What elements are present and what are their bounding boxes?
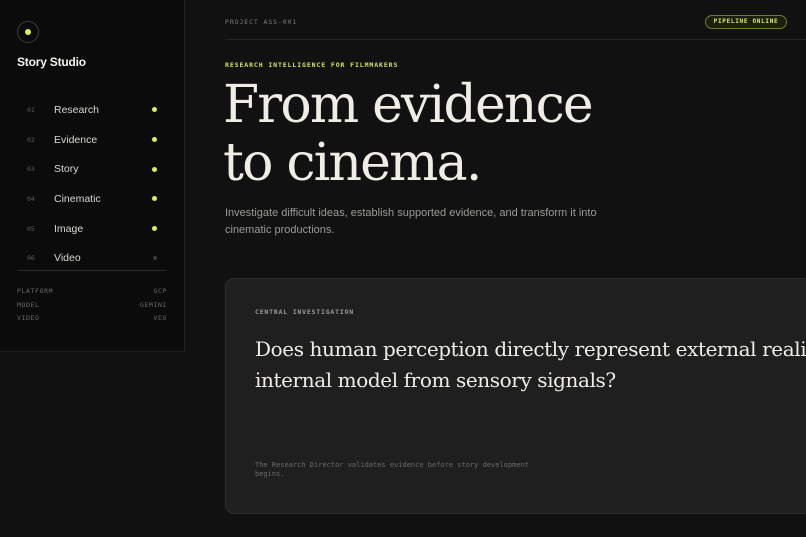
nav-step-number: 01 [27,105,35,114]
sidebar-item-label: Research [54,103,99,116]
meta-row-model: MODEL GEMINI [17,301,167,315]
nav-step-number: 02 [27,135,35,144]
meta-key: PLATFORM [17,287,54,295]
sidebar-item-story[interactable]: 03 Story [17,154,167,184]
meta-value: GCP [153,287,167,295]
nav-step-number: 06 [27,254,35,263]
nav-step-number: 05 [27,224,35,233]
status-dot-icon [153,256,157,261]
sidebar-divider [17,270,167,271]
sidebar-item-label: Video [54,252,81,265]
sidebar-item-video[interactable]: 06 Video [17,243,167,273]
central-investigation-card: CENTRAL INVESTIGATION Does human percept… [225,278,806,514]
project-id: PROJECT ASS-001 [225,18,298,26]
sidebar-item-image[interactable]: 05 Image [17,214,167,244]
status-dot-icon [152,137,157,143]
brand-logo-icon [17,21,39,43]
sidebar-item-research[interactable]: 01 Research [17,95,167,125]
sidebar-item-label: Cinematic [54,192,101,205]
platform-meta: PLATFORM GCP MODEL GEMINI VIDEO VEO [17,287,167,328]
status-dot-icon [152,107,157,113]
hero-title: From evidence to cinema. [223,75,594,193]
meta-value: GEMINI [139,300,167,309]
status-dot-icon [152,166,157,172]
nav-step-number: 03 [27,165,35,174]
meta-key: VIDEO [17,314,40,322]
sidebar-item-evidence[interactable]: 02 Evidence [17,125,167,155]
hero-title-line-1: From evidence [223,75,594,135]
brand-name: Story Studio [17,55,86,69]
meta-row-platform: PLATFORM GCP [17,287,167,301]
pipeline-status-badge: PIPELINE ONLINE [705,15,787,29]
sidebar-item-label: Evidence [54,133,98,146]
status-dot-icon [152,196,157,202]
question-line-2: internal model from sensory signals? [255,368,616,392]
header-divider [225,39,806,40]
hero-eyebrow: RESEARCH INTELLIGENCE FOR FILMMAKERS [225,61,399,69]
card-note: The Research Director validates evidence… [255,461,529,478]
meta-key: MODEL [17,300,40,309]
hero-title-line-2: to cinema. [223,133,482,193]
meta-row-video: VIDEO VEO [17,314,167,328]
investigation-question: Does human perception directly represent… [255,334,806,396]
hero-subtitle: Investigate difficult ideas, establish s… [225,207,597,236]
meta-value: VEO [153,314,167,322]
nav-step-number: 04 [27,194,35,203]
sidebar-item-label: Story [54,163,79,176]
sidebar: Story Studio 01 Research 02 Evidence 03 … [0,0,185,352]
sidebar-item-cinematic[interactable]: 04 Cinematic [17,184,167,214]
status-dot-icon [152,226,157,232]
sidebar-nav: 01 Research 02 Evidence 03 Story 04 Cine… [17,95,167,273]
question-line-1: Does human perception directly represent… [255,337,806,361]
sidebar-item-label: Image [54,222,84,235]
card-label: CENTRAL INVESTIGATION [255,308,354,316]
